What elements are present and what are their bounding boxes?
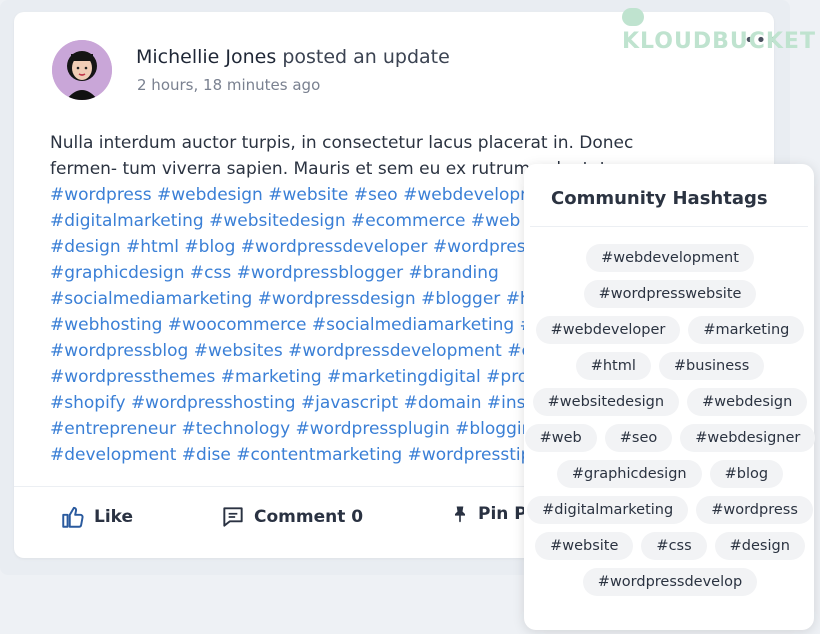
hashtag-chip[interactable]: #wordpresswebsite bbox=[583, 280, 757, 308]
panel-title: Community Hashtags bbox=[551, 188, 768, 209]
hashtag-row: #webdeveloper #marketing bbox=[535, 316, 805, 344]
hashtag-chip[interactable]: #digitalmarketing bbox=[527, 496, 689, 524]
watermark-text: KLOUDBUCKET bbox=[622, 29, 816, 54]
hashtag-chip[interactable]: #webdesigner bbox=[680, 424, 816, 452]
hashtag-chip[interactable]: #marketing bbox=[688, 316, 805, 344]
hashtag-chip[interactable]: #css bbox=[641, 532, 707, 560]
hashtag-chip[interactable]: #seo bbox=[604, 424, 673, 452]
hashtag-chip[interactable]: #design bbox=[714, 532, 805, 560]
comment-button[interactable]: Comment 0 bbox=[220, 504, 363, 530]
hashtag-chip[interactable]: #html bbox=[575, 352, 651, 380]
avatar-image bbox=[52, 40, 112, 100]
hashtag-chip[interactable]: #website bbox=[535, 532, 634, 560]
hashtag-row: #wordpressdevelop bbox=[544, 568, 796, 596]
post-action-text: posted an update bbox=[282, 46, 450, 68]
post-header: Michellie Jones posted an update bbox=[136, 46, 450, 68]
hashtag-row: #wordpresswebsite bbox=[544, 280, 796, 308]
panel-divider bbox=[530, 226, 808, 227]
author-name[interactable]: Michellie Jones bbox=[136, 46, 276, 68]
hashtag-row: #graphicdesign #blog bbox=[544, 460, 796, 488]
hashtag-chip[interactable]: #blog bbox=[709, 460, 784, 488]
hashtag-chip[interactable]: #wordpress bbox=[696, 496, 813, 524]
comment-label: Comment 0 bbox=[254, 507, 364, 527]
comment-icon bbox=[223, 507, 243, 527]
post-timestamp: 2 hours, 18 minutes ago bbox=[137, 76, 321, 94]
hashtag-chip[interactable]: #wordpressdevelop bbox=[582, 568, 758, 596]
like-button[interactable]: Like bbox=[60, 504, 133, 530]
cloud-icon bbox=[622, 8, 644, 26]
hashtag-chip[interactable]: #webdeveloper bbox=[535, 316, 681, 344]
like-label: Like bbox=[94, 507, 134, 527]
hashtag-row: #web #seo #webdesigner bbox=[524, 424, 816, 452]
thumbs-up-icon bbox=[62, 506, 84, 528]
hashtag-chip[interactable]: #webdesign bbox=[687, 388, 808, 416]
avatar[interactable] bbox=[52, 40, 112, 100]
hashtag-row: #website #css #design bbox=[535, 532, 805, 560]
hashtag-chip[interactable]: #web bbox=[524, 424, 597, 452]
hashtag-chip[interactable]: #websitedesign bbox=[532, 388, 680, 416]
community-hashtags-panel: Community Hashtags #webdevelopment #wordp… bbox=[524, 164, 816, 630]
hashtag-row: #html #business bbox=[544, 352, 796, 380]
hashtag-chip[interactable]: #webdevelopment bbox=[586, 244, 754, 272]
hashtag-row: #digitalmarketing #wordpress bbox=[527, 496, 813, 524]
hashtag-chip[interactable]: #graphicdesign bbox=[556, 460, 702, 488]
hashtag-chip-list: #webdevelopment #wordpresswebsite #webdeve… bbox=[524, 244, 816, 604]
watermark-logo: KLOUDBUCKET bbox=[622, 4, 820, 54]
hashtag-row: #webdevelopment bbox=[544, 244, 796, 272]
pin-icon bbox=[455, 506, 465, 523]
hashtag-chip[interactable]: #business bbox=[658, 352, 765, 380]
hashtag-row: #websitedesign #webdesign bbox=[532, 388, 808, 416]
